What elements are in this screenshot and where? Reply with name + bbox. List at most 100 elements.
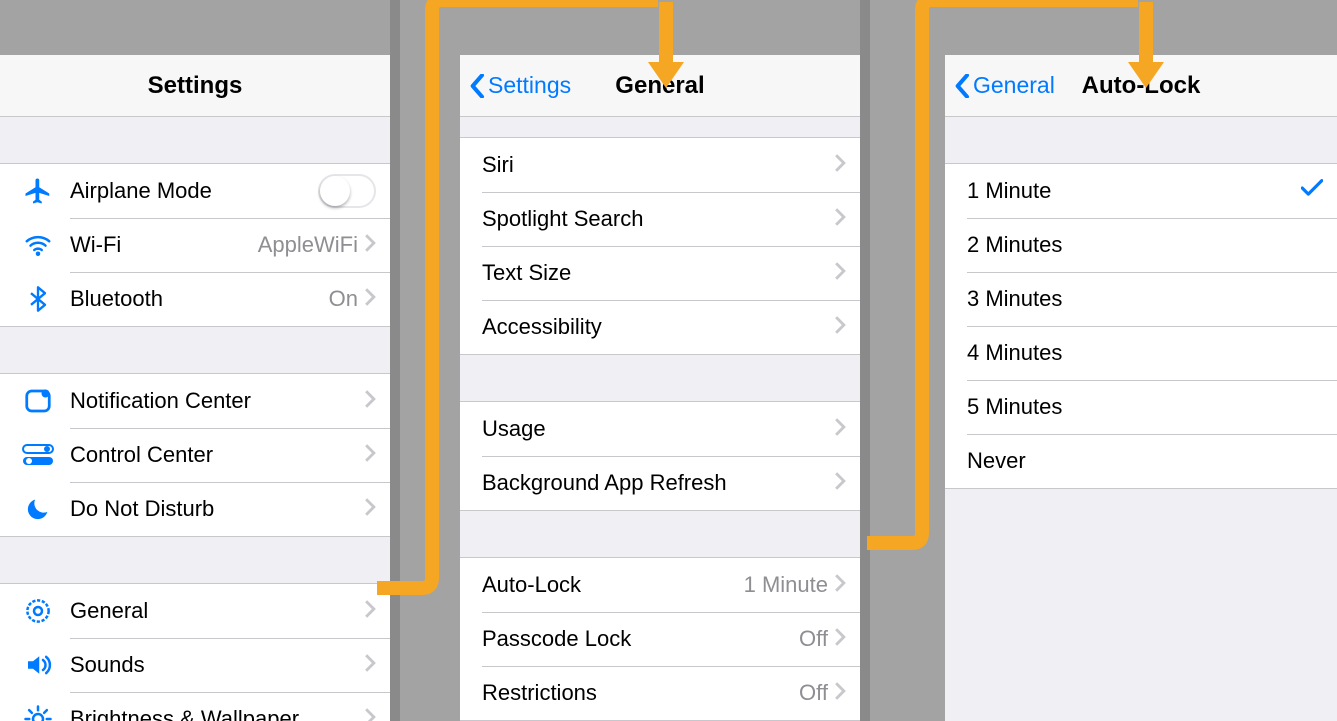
short-gap (460, 117, 860, 137)
row-label: Passcode Lock (482, 626, 799, 652)
option-label: 2 Minutes (967, 232, 1323, 258)
row-value: AppleWiFi (258, 232, 358, 258)
row-label: Restrictions (482, 680, 799, 706)
screen-settings: Settings Airplane Mode Wi-Fi AppleWiFi B… (0, 0, 390, 721)
row-label: Auto-Lock (482, 572, 744, 598)
general-group-1: Siri Spotlight Search Text Size Accessib… (460, 137, 860, 355)
row-label: Bluetooth (70, 286, 329, 312)
row-wifi[interactable]: Wi-Fi AppleWiFi (0, 218, 390, 272)
chevron-right-icon (364, 286, 376, 312)
row-passcode-lock[interactable]: Passcode Lock Off (460, 612, 860, 666)
chevron-right-icon (364, 598, 376, 624)
option-4-minutes[interactable]: 4 Minutes (945, 326, 1337, 380)
row-label: Spotlight Search (482, 206, 834, 232)
row-label: Accessibility (482, 314, 834, 340)
row-label: General (70, 598, 364, 624)
chevron-right-icon (364, 706, 376, 721)
row-siri[interactable]: Siri (460, 138, 860, 192)
chevron-right-icon (834, 572, 846, 598)
row-auto-lock[interactable]: Auto-Lock 1 Minute (460, 558, 860, 612)
row-label: Brightness & Wallpaper (70, 706, 364, 721)
group-gap (0, 537, 390, 583)
row-label: Do Not Disturb (70, 496, 364, 522)
brightness-icon (18, 699, 58, 721)
general-group-2: Usage Background App Refresh (460, 401, 860, 511)
row-label: Notification Center (70, 388, 364, 414)
row-label: Background App Refresh (482, 470, 834, 496)
navbar-title: General (615, 72, 704, 100)
status-bar (0, 0, 390, 55)
row-sounds[interactable]: Sounds (0, 638, 390, 692)
row-restrictions[interactable]: Restrictions Off (460, 666, 860, 720)
checkmark-icon (1301, 177, 1323, 205)
chevron-right-icon (834, 260, 846, 286)
row-label: Text Size (482, 260, 834, 286)
navbar-title: Settings (148, 72, 243, 100)
row-do-not-disturb[interactable]: Do Not Disturb (0, 482, 390, 536)
chevron-right-icon (834, 416, 846, 442)
group-gap (0, 327, 390, 373)
screen-general: Settings General Siri Spotlight Search T… (460, 0, 860, 721)
row-spotlight-search[interactable]: Spotlight Search (460, 192, 860, 246)
back-to-settings[interactable]: Settings (470, 55, 571, 116)
settings-group-3: General Sounds Brightness & Wallpaper (0, 583, 390, 721)
chevron-right-icon (364, 388, 376, 414)
speaker-icon (18, 645, 58, 685)
chevron-right-icon (834, 152, 846, 178)
chevron-right-icon (364, 652, 376, 678)
option-never[interactable]: Never (945, 434, 1337, 488)
row-notification-center[interactable]: Notification Center (0, 374, 390, 428)
row-label: Sounds (70, 652, 364, 678)
back-label: Settings (488, 72, 571, 99)
row-airplane-mode[interactable]: Airplane Mode (0, 164, 390, 218)
general-group-3: Auto-Lock 1 Minute Passcode Lock Off Res… (460, 557, 860, 721)
group-gap (460, 355, 860, 401)
option-label: Never (967, 448, 1323, 474)
option-1-minute[interactable]: 1 Minute (945, 164, 1337, 218)
settings-group-2: Notification Center Control Center Do No… (0, 373, 390, 537)
row-general[interactable]: General (0, 584, 390, 638)
row-label: Wi-Fi (70, 232, 258, 258)
row-control-center[interactable]: Control Center (0, 428, 390, 482)
navbar-general: Settings General (460, 55, 860, 117)
option-3-minutes[interactable]: 3 Minutes (945, 272, 1337, 326)
chevron-right-icon (834, 314, 846, 340)
row-label: Airplane Mode (70, 178, 318, 204)
status-bar (945, 0, 1337, 55)
control-center-icon (18, 435, 58, 475)
row-accessibility[interactable]: Accessibility (460, 300, 860, 354)
airplane-icon (18, 171, 58, 211)
row-value: Off (799, 626, 828, 652)
option-5-minutes[interactable]: 5 Minutes (945, 380, 1337, 434)
option-label: 3 Minutes (967, 286, 1323, 312)
notification-icon (18, 381, 58, 421)
wifi-icon (18, 225, 58, 265)
row-background-app-refresh[interactable]: Background App Refresh (460, 456, 860, 510)
gear-icon (18, 591, 58, 631)
row-brightness-wallpaper[interactable]: Brightness & Wallpaper (0, 692, 390, 721)
navbar-auto-lock: General Auto-Lock (945, 55, 1337, 117)
status-bar (460, 0, 860, 55)
row-text-size[interactable]: Text Size (460, 246, 860, 300)
option-label: 1 Minute (967, 178, 1301, 204)
group-gap (0, 117, 390, 163)
screen-auto-lock: General Auto-Lock 1 Minute 2 Minutes 3 M… (945, 0, 1337, 721)
back-to-general[interactable]: General (955, 55, 1055, 116)
row-bluetooth[interactable]: Bluetooth On (0, 272, 390, 326)
row-value: Off (799, 680, 828, 706)
airplane-toggle[interactable] (318, 174, 376, 208)
option-2-minutes[interactable]: 2 Minutes (945, 218, 1337, 272)
row-usage[interactable]: Usage (460, 402, 860, 456)
row-label: Control Center (70, 442, 364, 468)
navbar-title: Auto-Lock (1082, 72, 1201, 100)
chevron-right-icon (364, 442, 376, 468)
chevron-right-icon (834, 626, 846, 652)
row-value: On (329, 286, 358, 312)
back-label: General (973, 72, 1055, 99)
row-value: 1 Minute (744, 572, 828, 598)
chevron-right-icon (834, 680, 846, 706)
chevron-right-icon (834, 206, 846, 232)
option-label: 4 Minutes (967, 340, 1323, 366)
autolock-options: 1 Minute 2 Minutes 3 Minutes 4 Minutes 5… (945, 163, 1337, 489)
chevron-right-icon (364, 232, 376, 258)
